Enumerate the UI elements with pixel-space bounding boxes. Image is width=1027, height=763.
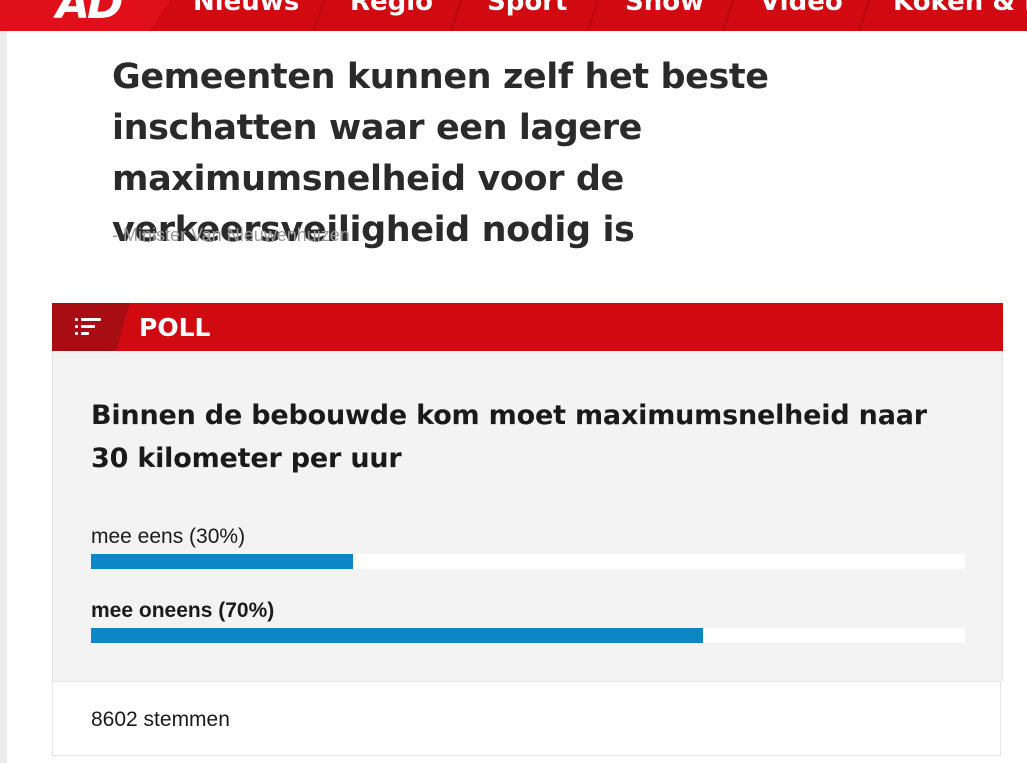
poll-option-bar xyxy=(91,554,354,569)
nav-divider xyxy=(449,0,463,31)
nav-divider xyxy=(312,0,326,31)
poll-question: Binnen de bebouwde kom moet maximumsnelh… xyxy=(91,400,927,474)
page-gutter xyxy=(0,31,7,763)
nav-item-regio[interactable]: Regio xyxy=(350,0,433,17)
nav-item-video[interactable]: Video xyxy=(760,0,843,17)
vote-count: 8602 stemmen xyxy=(91,708,230,731)
ad-logo[interactable]: AD xyxy=(56,0,124,29)
poll-list-icon xyxy=(75,318,101,336)
poll-option-bar-track xyxy=(91,628,965,643)
poll-body: Binnen de bebouwde kom moet maximumsnelh… xyxy=(52,351,1003,681)
nav-divider xyxy=(586,0,600,31)
poll-header: POLL xyxy=(52,303,1003,351)
nav-item-show[interactable]: Show xyxy=(625,0,704,17)
nav-item-koken[interactable]: Koken & E xyxy=(893,0,1027,17)
poll-option-label: mee oneens (70%) xyxy=(91,599,275,622)
nav-item-sport[interactable]: Sport xyxy=(487,0,567,17)
quote-attribution: - Minister Van Nieuwenhuizen xyxy=(112,225,350,245)
poll-title: POLL xyxy=(139,313,211,342)
top-navigation: AD Nieuws Regio Sport Show Video Koken &… xyxy=(0,0,1027,31)
logo-block[interactable]: AD xyxy=(0,0,170,31)
nav-divider xyxy=(721,0,735,31)
nav-divider xyxy=(857,0,871,31)
poll-icon-block xyxy=(52,303,130,351)
poll-option-label: mee eens (30%) xyxy=(91,525,246,548)
poll-footer: 8602 stemmen xyxy=(52,681,1001,756)
nav-item-nieuws[interactable]: Nieuws xyxy=(193,0,299,17)
poll-option-bar xyxy=(91,628,703,643)
poll-option-bar-track xyxy=(91,554,965,569)
